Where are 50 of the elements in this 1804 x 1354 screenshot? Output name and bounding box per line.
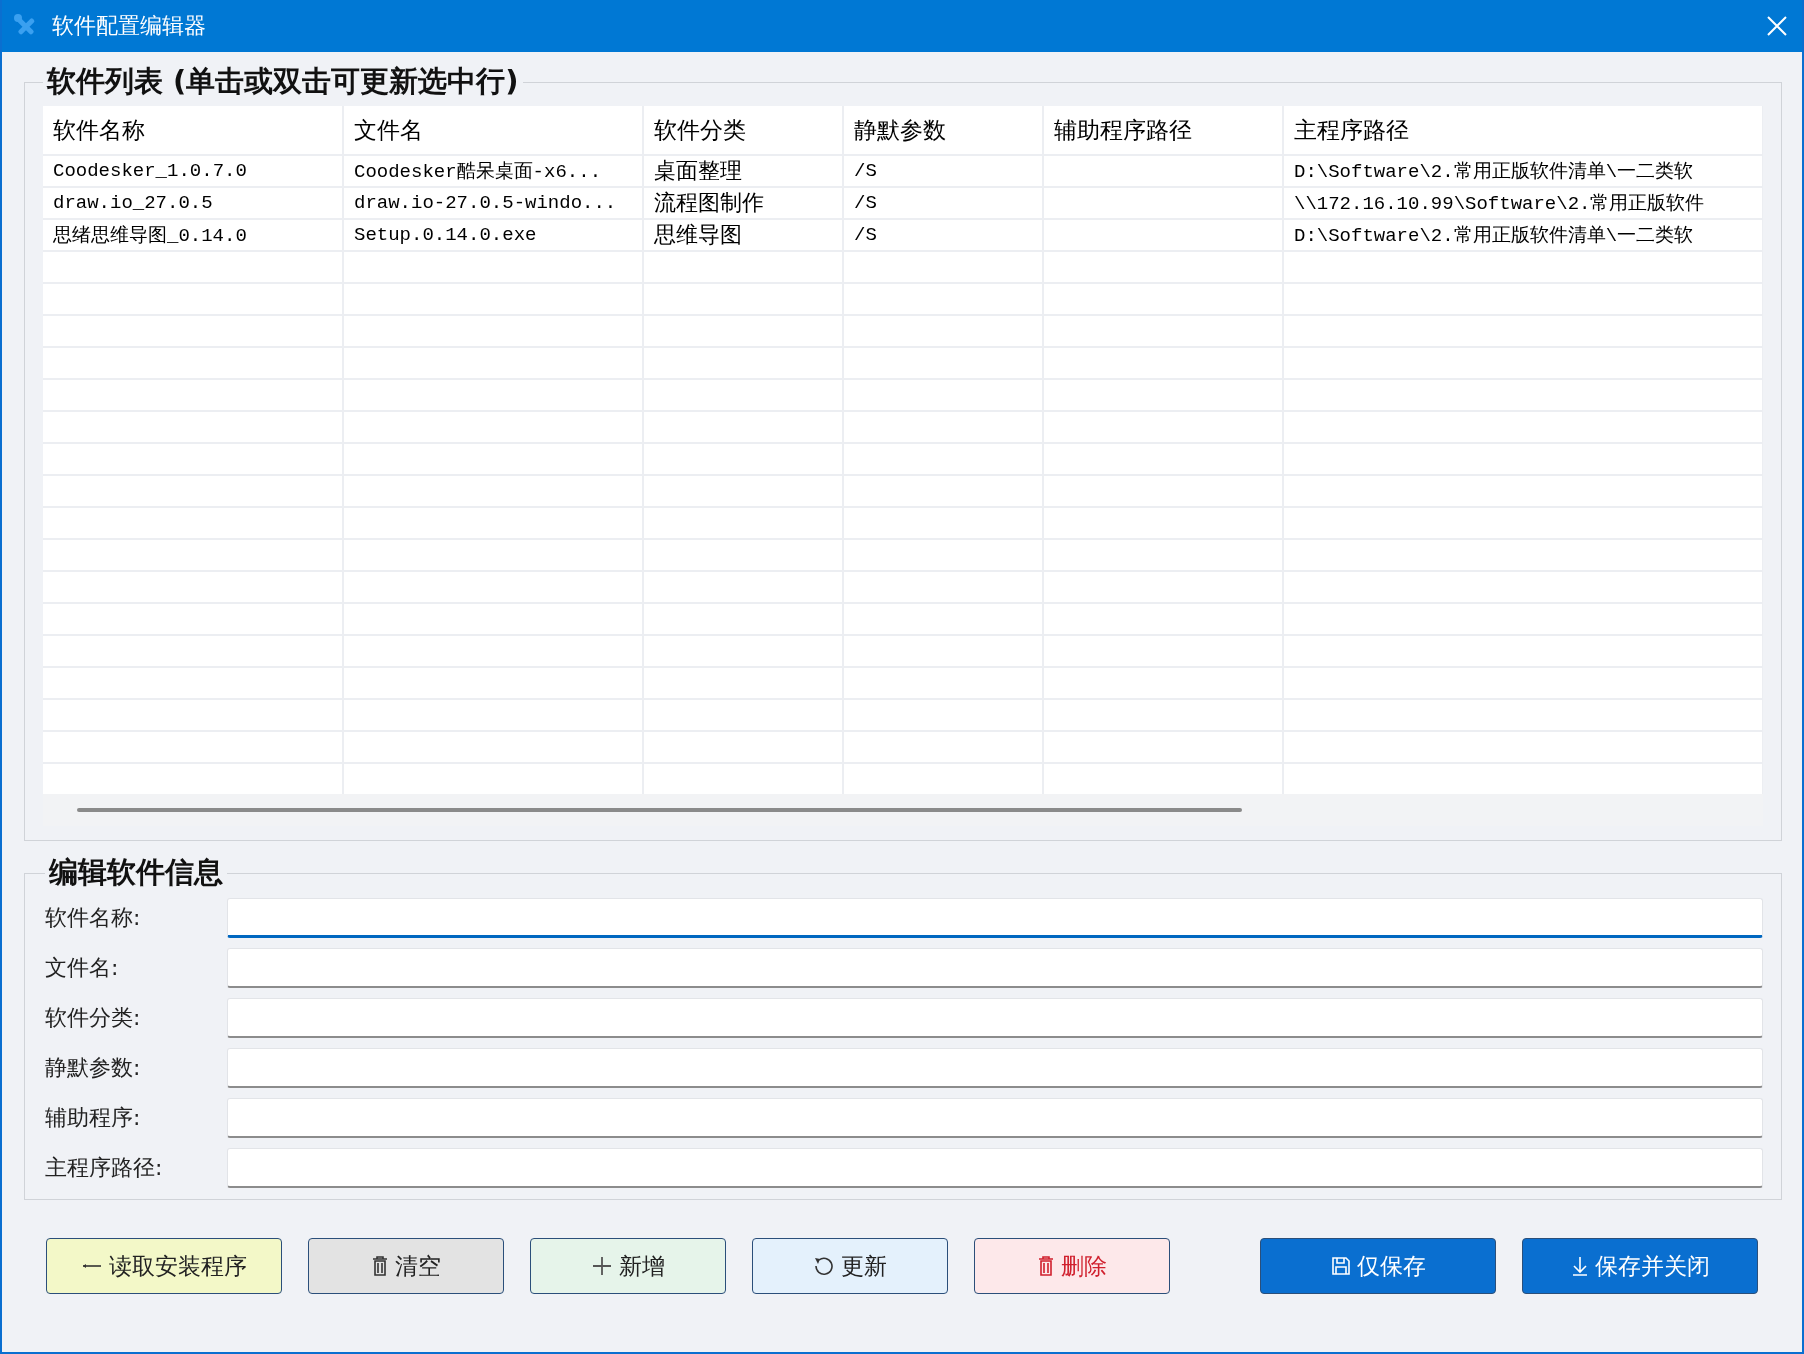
input-field[interactable]: [227, 1148, 1763, 1188]
read-installer-button[interactable]: 读取安装程序: [46, 1238, 282, 1294]
panel-title: 编辑软件信息: [48, 854, 224, 891]
table-cell: 流程图制作: [643, 187, 843, 219]
input-field[interactable]: [227, 898, 1763, 938]
save-button[interactable]: 仅保存: [1260, 1238, 1496, 1294]
table-cell: 思维导图: [643, 219, 843, 251]
download-icon: [1570, 1255, 1589, 1277]
input-field[interactable]: [227, 948, 1763, 988]
table-cell: Coodesker酷呆桌面-x6...: [343, 155, 643, 187]
input-field[interactable]: [227, 1098, 1763, 1138]
window-title: 软件配置编辑器: [52, 12, 207, 40]
update-button[interactable]: 更新: [752, 1238, 948, 1294]
delete-button[interactable]: 删除: [974, 1238, 1170, 1294]
field-label: 主程序路径:: [45, 1154, 164, 1182]
table-cell: /S: [843, 187, 1043, 219]
column-header[interactable]: 软件名称: [43, 106, 343, 155]
save-and-close-button[interactable]: 保存并关闭: [1522, 1238, 1758, 1294]
field-label: 软件名称:: [45, 904, 142, 932]
table-cell: Coodesker_1.0.7.0: [43, 155, 343, 187]
table-cell: Setup.0.14.0.exe: [343, 219, 643, 251]
column-header[interactable]: 文件名: [343, 106, 643, 155]
input-field[interactable]: [227, 1048, 1763, 1088]
table-cell: draw.io_27.0.5: [43, 187, 343, 219]
column-header[interactable]: 主程序路径: [1283, 106, 1763, 155]
plus-icon: [591, 1255, 613, 1277]
table-cell: 思绪思维导图_0.14.0: [43, 219, 343, 251]
table-cell: /S: [843, 219, 1043, 251]
close-icon: [1766, 15, 1788, 37]
table-cell: 桌面整理: [643, 155, 843, 187]
trash-icon: [371, 1255, 389, 1277]
panel-title: 软件列表 (单击或双击可更新选中行): [45, 63, 520, 100]
input-field[interactable]: [227, 998, 1763, 1038]
add-button[interactable]: 新增: [530, 1238, 726, 1294]
refresh-icon: [813, 1255, 835, 1277]
table-cell: \\172.16.10.99\Software\2.常用正版软件: [1283, 187, 1763, 219]
column-header[interactable]: 静默参数: [843, 106, 1043, 155]
column-header[interactable]: 软件分类: [643, 106, 843, 155]
table-cell: D:\Software\2.常用正版软件清单\一二类软: [1283, 155, 1763, 187]
field-label: 辅助程序:: [45, 1104, 142, 1132]
table-cell: D:\Software\2.常用正版软件清单\一二类软: [1283, 219, 1763, 251]
save-icon: [1330, 1256, 1351, 1276]
trash-icon: [1037, 1255, 1055, 1277]
table-cell: draw.io-27.0.5-windo...: [343, 187, 643, 219]
field-label: 静默参数:: [45, 1054, 142, 1082]
column-header[interactable]: 辅助程序路径: [1043, 106, 1283, 155]
clear-button[interactable]: 清空: [308, 1238, 504, 1294]
table-cell: /S: [843, 155, 1043, 187]
field-label: 软件分类:: [45, 1004, 142, 1032]
field-label: 文件名:: [45, 954, 120, 982]
